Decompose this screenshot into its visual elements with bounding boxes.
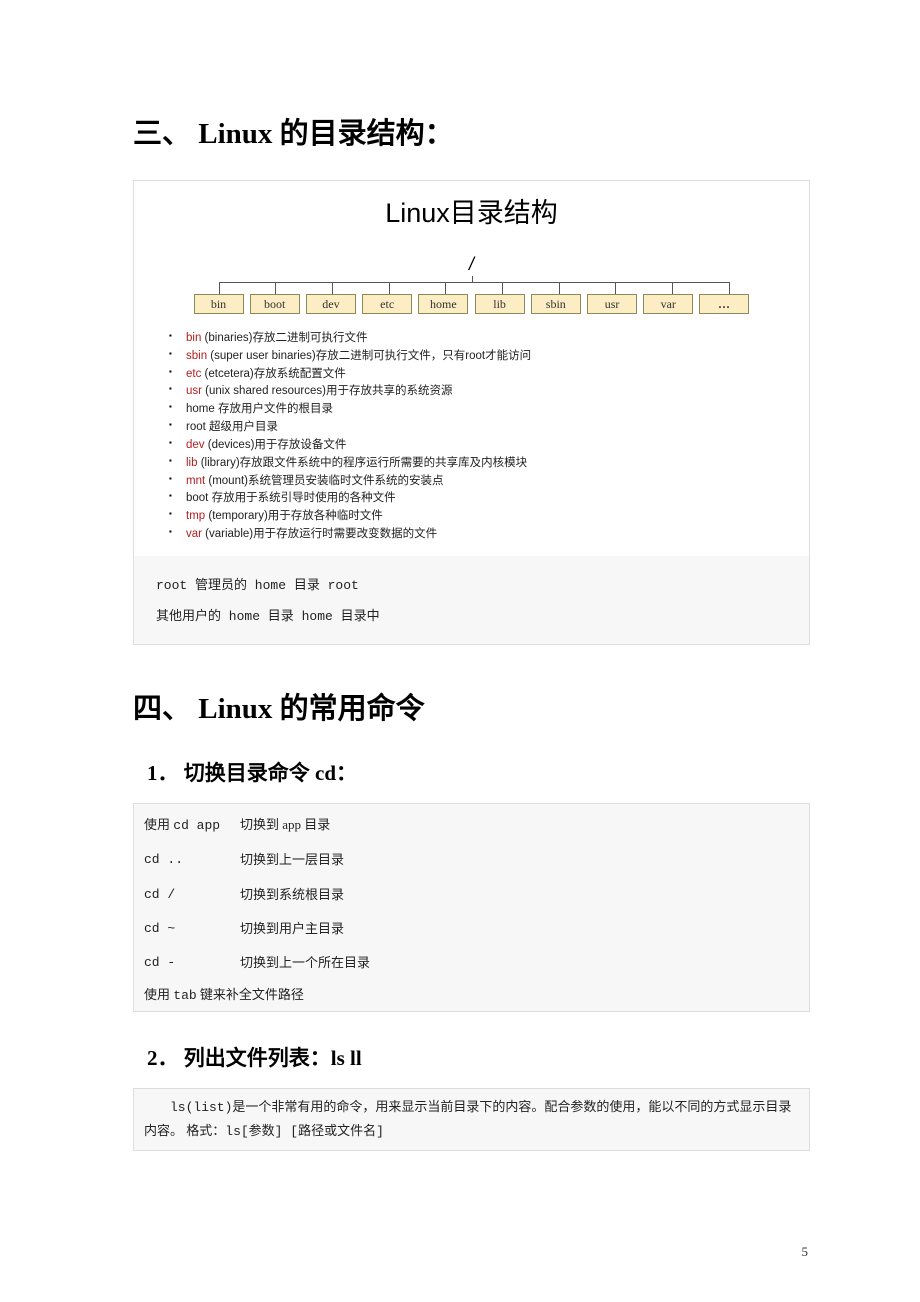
cd-command-row: cd -切换到上一个所在目录 [144, 946, 799, 980]
dir-description-item: tmp (temporary)用于存放各种临时文件 [166, 508, 809, 526]
dir-description-item: usr (unix shared resources)用于存放共享的系统资源 [166, 383, 809, 401]
subsection-2-heading: 2． 列出文件列表：ls ll [147, 1042, 810, 1072]
ls-description-block: ls(list)是一个非常有用的命令，用来显示当前目录下的内容。配合参数的使用，… [133, 1088, 810, 1151]
page-number: 5 [802, 1244, 809, 1260]
section-4-heading: 四、 Linux 的常用命令 [133, 685, 810, 727]
directory-descriptions-list: bin (binaries)存放二进制可执行文件sbin (super user… [134, 324, 809, 544]
dir-description-item: bin (binaries)存放二进制可执行文件 [166, 330, 809, 348]
directory-tree-diagram: / binbootdevetchomelibsbinusrvar... [192, 254, 752, 314]
tab-hint: 使用 tab 键来补全文件路径 [144, 980, 799, 1005]
dir-box-boot: boot [250, 294, 300, 314]
note-line: root 管理员的 home 目录 root [156, 570, 809, 601]
cd-commands-block: 使用 cd app切换到 app 目录cd ..切换到上一层目录cd /切换到系… [133, 803, 810, 1012]
dir-description-item: lib (library)存放跟文件系统中的程序运行所需要的共享库及内核模块 [166, 455, 809, 473]
dir-box-sbin: sbin [531, 294, 581, 314]
cd-command-row: cd ~切换到用户主目录 [144, 912, 799, 946]
dir-description-item: var (variable)用于存放运行时需要改变数据的文件 [166, 526, 809, 544]
dir-box-lib: lib [475, 294, 525, 314]
diagram-title: Linux目录结构 [134, 191, 809, 230]
dir-description-item: dev (devices)用于存放设备文件 [166, 437, 809, 455]
dir-box-more: ... [699, 294, 749, 314]
dir-description-item: root 超级用户目录 [166, 419, 809, 437]
diagram-panel: Linux目录结构 / binbootdevetchomelibsbinusrv… [134, 181, 809, 556]
note-line: 其他用户的 home 目录 home 目录中 [156, 601, 809, 632]
cd-command-row: cd ..切换到上一层目录 [144, 843, 799, 877]
dir-box-home: home [418, 294, 468, 314]
dir-description-item: home 存放用户文件的根目录 [166, 401, 809, 419]
dir-description-item: etc (etcetera)存放系统配置文件 [166, 366, 809, 384]
cd-command-row: cd /切换到系统根目录 [144, 878, 799, 912]
dir-box-dev: dev [306, 294, 356, 314]
root-slash: / [192, 254, 752, 276]
directory-notes: root 管理员的 home 目录 root 其他用户的 home 目录 hom… [134, 556, 809, 634]
dir-description-item: sbin (super user binaries)存放二进制可执行文件，只有r… [166, 348, 809, 366]
dir-box-bin: bin [194, 294, 244, 314]
subsection-1-heading: 1． 切换目录命令 cd： [147, 757, 810, 787]
directory-structure-box: Linux目录结构 / binbootdevetchomelibsbinusrv… [133, 180, 810, 645]
tree-connector-lines [192, 276, 752, 294]
cd-command-row: 使用 cd app切换到 app 目录 [144, 808, 799, 843]
dir-description-item: mnt (mount)系统管理员安装临时文件系统的安装点 [166, 473, 809, 491]
section-3-heading: 三、 Linux 的目录结构： [133, 110, 810, 152]
dir-box-var: var [643, 294, 693, 314]
dir-description-item: boot 存放用于系统引导时使用的各种文件 [166, 490, 809, 508]
dir-box-etc: etc [362, 294, 412, 314]
directory-boxes-row: binbootdevetchomelibsbinusrvar... [192, 294, 752, 314]
dir-box-usr: usr [587, 294, 637, 314]
